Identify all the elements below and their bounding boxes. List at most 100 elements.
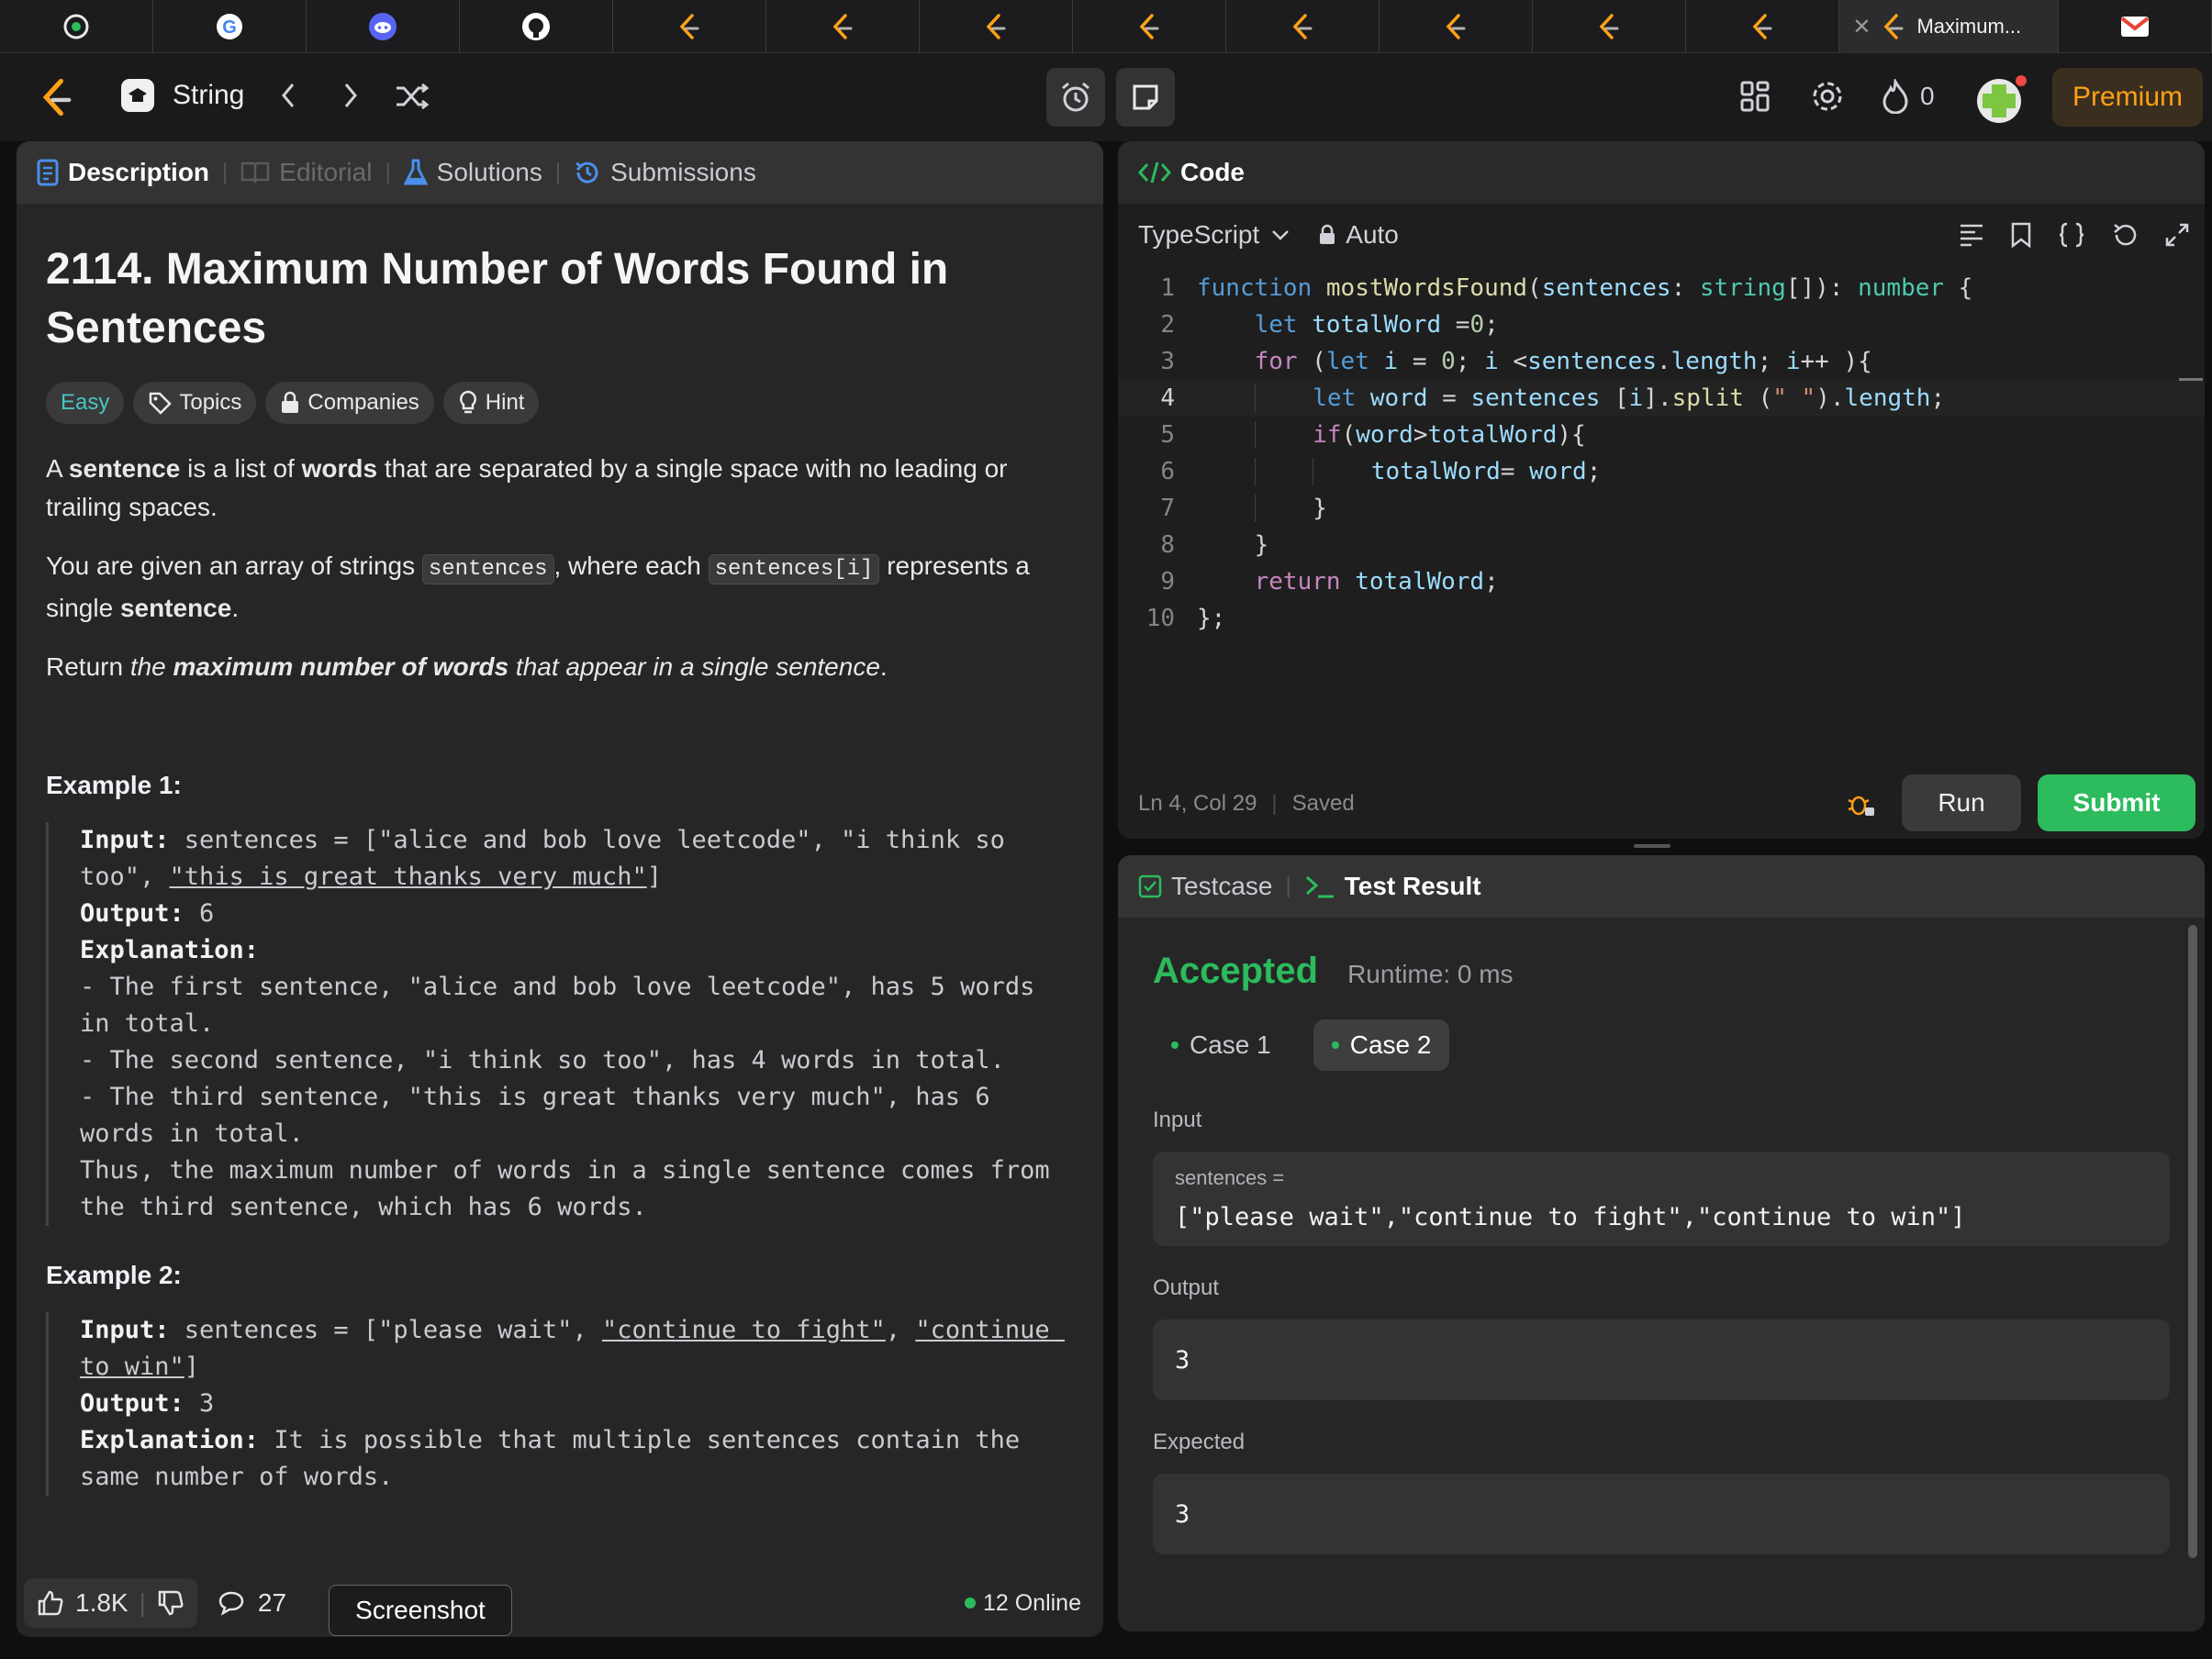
lock-icon [282,391,299,413]
browser-tab-leetcode[interactable] [613,0,767,53]
problem-list-label: String [173,80,245,110]
timer-button[interactable] [1046,68,1105,127]
history-icon [575,161,598,184]
document-icon [37,159,59,186]
problem-title[interactable]: 2114. Maximum Number of Words Found in S… [46,240,1074,358]
output-value: 3 [184,1389,215,1418]
text: A [46,454,69,483]
tab-testcase[interactable]: Testcase [1138,872,1273,901]
browser-tab-google[interactable]: G [153,0,307,53]
tag-icon [150,392,173,415]
gear-icon[interactable] [1810,79,1845,114]
format-icon[interactable] [1959,223,1984,247]
browser-tab-leetcode[interactable] [1533,0,1687,53]
expand-icon[interactable] [2164,222,2190,248]
result-tabs: Testcase | Test Result [1118,855,2205,918]
browser-tab-active[interactable]: ✕ Maximum... [1839,0,2060,53]
avatar[interactable] [1975,73,2028,127]
topics-label: Topics [179,390,242,415]
code-editor[interactable]: 1 function mostWordsFound(sentences: stri… [1118,270,2205,637]
layout-icon[interactable] [1740,81,1770,112]
braces-icon[interactable] [2058,221,2085,249]
companies-button[interactable]: Companies [265,382,434,424]
browser-tab-leetcode[interactable] [1073,0,1227,53]
italic-text: that appear in a single sentence [508,652,880,681]
github-icon [522,13,551,40]
streak-counter[interactable]: 0 [1882,79,1935,114]
tab-test-result[interactable]: Test Result [1304,872,1481,901]
pass-dot [1171,1041,1179,1049]
leetcode-logo[interactable] [39,77,75,117]
comments-button[interactable]: 27 [218,1588,286,1618]
divider: | [139,1588,146,1617]
case-label: Case 2 [1349,1030,1432,1059]
tab-description-label: Description [68,158,210,186]
description-paragraph: You are given an array of strings senten… [46,547,1074,628]
browser-tab-leetcode[interactable] [1226,0,1380,53]
browser-tab-leetcode[interactable] [1380,0,1534,53]
problem-description: 2114. Maximum Number of Words Found in S… [17,240,1103,1496]
scrollbar[interactable] [2188,925,2197,1558]
test-result-panel: Testcase | Test Result Accepted Runtime:… [1118,855,2205,1631]
output-label: Output: [80,1389,184,1418]
like-button[interactable]: 1.8K | [24,1578,197,1628]
submit-button[interactable]: Submit [2038,774,2195,831]
case-tab-2[interactable]: Case 2 [1313,1019,1450,1071]
thumbs-down-icon[interactable] [157,1589,184,1617]
hint-button[interactable]: Hint [442,382,540,424]
auto-mode-toggle[interactable]: Auto [1318,220,1399,250]
description-footer: 1.8K | 27 12 Online [17,1569,1103,1637]
browser-tab-gmail[interactable] [2059,0,2212,53]
language-select[interactable]: TypeScript [1138,220,1290,250]
problem-list-button[interactable]: String [119,77,244,114]
text: You are given an array of strings [46,551,422,580]
reset-icon[interactable] [2111,221,2139,249]
tab-description[interactable]: Description [37,158,209,187]
tab-solutions[interactable]: Solutions [403,158,542,187]
case-tab-1[interactable]: Case 1 [1153,1019,1290,1071]
example-1-box: Input: sentences = ["alice and bob love … [46,822,1074,1226]
browser-tab-github[interactable] [460,0,614,53]
run-button[interactable]: Run [1902,774,2021,831]
difficulty-badge: Easy [46,382,125,424]
resize-handle[interactable] [1634,844,1670,848]
input-box: sentences = ["please wait","continue to … [1153,1152,2170,1246]
shuffle-icon[interactable] [395,81,430,112]
premium-button[interactable]: Premium [2052,68,2203,127]
svg-text:G: G [222,17,237,38]
expected-label: Expected [1153,1430,1246,1454]
tab-submissions[interactable]: Submissions [574,158,756,187]
browser-tab-leetcode[interactable] [766,0,921,53]
case-label: Case 1 [1190,1030,1271,1059]
close-tab-icon[interactable]: ✕ [1852,14,1871,40]
notes-button[interactable] [1116,68,1175,127]
code-line: 2 let totalWord =0; [1118,306,2205,343]
cursor-position: Ln 4, Col 29 [1138,791,1257,816]
book-icon [241,161,270,184]
divider: | [1271,791,1278,816]
tab-editorial[interactable]: Editorial [240,158,372,187]
browser-tab-discord[interactable] [307,0,461,53]
debug-button[interactable] [1847,789,1876,823]
output-label: Output: [80,899,184,928]
leetcode-logo-icon [42,78,72,117]
leetcode-icon [832,14,853,39]
browser-tab-leetcode[interactable] [1686,0,1840,53]
alarm-clock-icon [1062,82,1089,112]
terminal-icon [1305,875,1334,898]
browser-tab-leetcode[interactable] [920,0,1074,53]
tab-testcase-label: Testcase [1171,872,1273,900]
active-tab-title: Maximum... [1916,15,2022,38]
problem-tags: Easy Topics Companies Hint [46,382,1074,424]
browser-tab-strip: G ✕ Maximum... [0,0,2212,53]
bookmark-icon[interactable] [2010,221,2032,249]
verdict-row: Accepted Runtime: 0 ms [1153,951,2170,992]
topics-button[interactable]: Topics [133,382,257,424]
chevron-left-icon[interactable] [277,79,299,112]
chevron-right-icon[interactable] [340,79,362,112]
tab-code[interactable]: Code [1138,158,1245,187]
input-param-value: ["please wait","continue to fight","cont… [1175,1203,1966,1231]
expected-box: 3 [1153,1474,2170,1554]
tab-code-label: Code [1180,158,1245,186]
browser-tab-app[interactable] [0,0,154,53]
